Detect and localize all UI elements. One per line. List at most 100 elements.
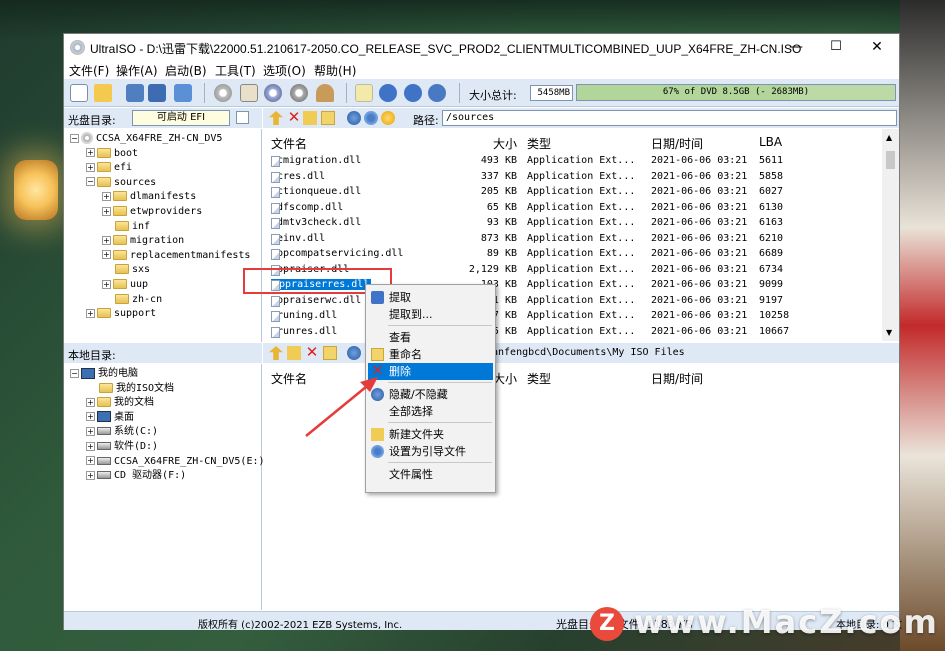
- power-icon[interactable]: [428, 84, 446, 102]
- save-icon[interactable]: [126, 84, 144, 102]
- context-menu-item[interactable]: 提取到...: [368, 306, 493, 323]
- open-folder-icon[interactable]: [94, 84, 112, 102]
- expand-toggle-icon[interactable]: +: [86, 148, 95, 158]
- table-row[interactable]: admtv3check.dll 93 KB Application Ext... 20…: [263, 216, 883, 232]
- menu-tools[interactable]: 工具(T): [215, 62, 256, 79]
- info-icon[interactable]: [379, 84, 397, 102]
- expand-toggle-icon[interactable]: +: [86, 470, 95, 480]
- refresh-icon[interactable]: [347, 111, 361, 125]
- local-column-header-size[interactable]: 大小: [493, 370, 517, 387]
- local-path-field[interactable]: anfengbcd\Documents\My ISO Files: [492, 345, 897, 361]
- delete-icon[interactable]: ✕: [287, 110, 301, 125]
- local-delete-icon[interactable]: ✕: [305, 345, 319, 360]
- expand-toggle-icon[interactable]: +: [102, 235, 111, 245]
- boot-properties-icon[interactable]: [236, 111, 249, 124]
- table-row[interactable]: arunres.dll 5 KB Application Ext... 2021-06…: [263, 325, 883, 341]
- path-field[interactable]: /sources: [442, 110, 897, 126]
- expand-toggle-icon[interactable]: +: [86, 308, 95, 318]
- help-icon[interactable]: [404, 84, 422, 102]
- table-row[interactable]: aruning.dll 7 KB Application Ext... 2021-06…: [263, 309, 883, 325]
- local-tree-item[interactable]: + 软件(D:): [86, 440, 158, 454]
- iso-tree-item[interactable]: + dlmanifests: [102, 190, 196, 204]
- local-refresh-icon[interactable]: [347, 346, 361, 360]
- properties-icon[interactable]: [355, 84, 373, 102]
- menu-actions[interactable]: 操作(A): [116, 62, 158, 79]
- table-row[interactable]: appraiserwc.dll 1 KB Application Ext... 202…: [263, 294, 883, 310]
- new-folder-icon[interactable]: [303, 111, 317, 125]
- column-header-lba[interactable]: LBA: [759, 135, 782, 149]
- expand-toggle-icon[interactable]: −: [70, 368, 79, 378]
- save-as-icon[interactable]: [148, 84, 166, 102]
- convert-icon[interactable]: [316, 84, 334, 102]
- scroll-down-arrow-icon[interactable]: ▼: [886, 328, 892, 337]
- floppy-icon[interactable]: [174, 84, 192, 102]
- minimize-button[interactable]: —: [776, 34, 816, 60]
- table-row[interactable]: aeinv.dll 873 KB Application Ext... 2021-06…: [263, 232, 883, 248]
- burn-cd-icon[interactable]: [214, 84, 232, 102]
- expand-toggle-icon[interactable]: +: [86, 162, 95, 172]
- local-tree-item[interactable]: − 我的电脑: [70, 367, 138, 381]
- menu-help[interactable]: 帮助(H): [314, 62, 356, 79]
- iso-tree-item[interactable]: + migration: [102, 234, 184, 248]
- table-row[interactable]: adfscomp.dll 65 KB Application Ext... 2021-…: [263, 201, 883, 217]
- column-header-size[interactable]: 大小: [493, 135, 517, 152]
- local-column-header-date[interactable]: 日期/时间: [651, 370, 703, 387]
- table-row[interactable]: acres.dll 337 KB Application Ext... 2021-06…: [263, 170, 883, 186]
- scroll-up-arrow-icon[interactable]: ▲: [886, 133, 892, 142]
- compress-image-icon[interactable]: [290, 84, 308, 102]
- iso-tree-item[interactable]: + uup: [102, 278, 148, 292]
- context-menu-item[interactable]: 隐藏/不隐藏: [368, 386, 493, 403]
- local-up-folder-icon[interactable]: [269, 346, 283, 360]
- local-new-folder-icon[interactable]: [287, 346, 301, 360]
- iso-list-scrollbar[interactable]: ▲ ▼: [882, 129, 899, 341]
- scrollbar-thumb[interactable]: [886, 151, 895, 169]
- context-menu-item[interactable]: 设置为引导文件: [368, 443, 493, 460]
- expand-toggle-icon[interactable]: +: [102, 279, 111, 289]
- expand-toggle-icon[interactable]: +: [86, 456, 95, 466]
- context-menu-item[interactable]: 重命名: [368, 346, 493, 363]
- mount-icon[interactable]: [240, 84, 258, 102]
- iso-tree-item[interactable]: + boot: [86, 147, 138, 161]
- expand-toggle-icon[interactable]: −: [86, 177, 95, 187]
- local-tree-item[interactable]: + CCSA_X64FRE_ZH-CN_DV5(E:): [86, 455, 265, 469]
- iso-tree-item[interactable]: + efi: [86, 161, 132, 175]
- local-tree-item[interactable]: + 我的文档: [86, 396, 154, 410]
- menu-bootable[interactable]: 启动(B): [165, 62, 207, 79]
- expand-toggle-icon[interactable]: +: [86, 412, 95, 422]
- expand-toggle-icon[interactable]: +: [86, 441, 95, 451]
- context-menu-item[interactable]: 全部选择: [368, 403, 493, 420]
- local-tree-item[interactable]: 我的ISO文档: [86, 382, 174, 396]
- maximize-button[interactable]: ☐: [816, 34, 856, 60]
- expand-toggle-icon[interactable]: −: [70, 133, 79, 143]
- context-menu-item[interactable]: 查看: [368, 329, 493, 346]
- boot-type-field[interactable]: 可启动 EFI: [132, 110, 230, 126]
- boot-icon[interactable]: [381, 111, 395, 125]
- local-rename-icon[interactable]: [323, 346, 337, 360]
- iso-tree-item[interactable]: − CCSA_X64FRE_ZH-CN_DV5: [70, 132, 222, 146]
- column-header-type[interactable]: 类型: [527, 135, 551, 152]
- context-menu-item[interactable]: 文件属性: [368, 466, 493, 483]
- rename-icon[interactable]: [321, 111, 335, 125]
- title-bar[interactable]: UltraISO - D:\迅雷下载\22000.51.210617-2050.…: [64, 34, 899, 60]
- expand-toggle-icon[interactable]: +: [102, 191, 111, 201]
- iso-tree-item[interactable]: + replacementmanifests: [102, 249, 250, 263]
- local-column-header-type[interactable]: 类型: [527, 370, 551, 387]
- iso-tree-item[interactable]: sxs: [102, 263, 150, 277]
- context-menu-item[interactable]: 新建文件夹: [368, 426, 493, 443]
- table-row[interactable]: appcompatservicing.dll 89 KB Application E…: [263, 247, 883, 263]
- menu-file[interactable]: 文件(F): [69, 62, 109, 79]
- expand-toggle-icon[interactable]: +: [86, 426, 95, 436]
- context-menu-item[interactable]: ✕ 删除: [368, 363, 493, 380]
- column-header-date[interactable]: 日期/时间: [651, 135, 703, 152]
- iso-tree-item[interactable]: zh-cn: [102, 293, 162, 307]
- iso-tree-item[interactable]: − sources: [86, 176, 156, 190]
- close-button[interactable]: ✕: [857, 34, 897, 60]
- table-row[interactable]: actionqueue.dll 205 KB Application Ext... 2…: [263, 185, 883, 201]
- local-column-header-name[interactable]: 文件名: [271, 370, 307, 387]
- context-menu-item[interactable]: 提取: [368, 289, 493, 306]
- expand-toggle-icon[interactable]: +: [102, 250, 111, 260]
- local-tree-item[interactable]: + 系统(C:): [86, 425, 158, 439]
- menu-options[interactable]: 选项(O): [263, 62, 306, 79]
- up-folder-icon[interactable]: [269, 111, 283, 125]
- make-cd-image-icon[interactable]: [264, 84, 282, 102]
